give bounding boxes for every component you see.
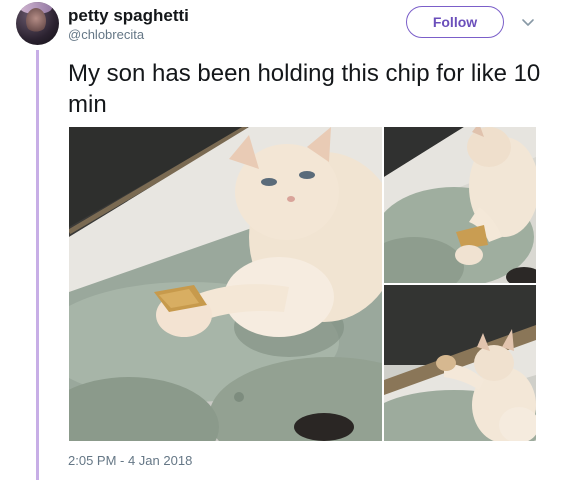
display-name[interactable]: petty spaghetti: [68, 6, 189, 26]
photo-cat-above[interactable]: [384, 127, 536, 283]
photo-cat-couch[interactable]: [69, 127, 382, 441]
photo-cat-reaching[interactable]: [384, 285, 536, 441]
chevron-down-icon[interactable]: [520, 14, 536, 30]
avatar-face: [26, 8, 46, 34]
follow-button[interactable]: Follow: [406, 6, 504, 38]
user-handle[interactable]: @chlobrecita: [68, 27, 144, 42]
thread-line: [36, 50, 39, 480]
avatar[interactable]: [16, 2, 59, 45]
tweet-text: My son has been holding this chip for li…: [68, 60, 541, 118]
tweet-timestamp[interactable]: 2:05 PM - 4 Jan 2018: [68, 453, 192, 468]
photo-grid: [69, 127, 536, 441]
